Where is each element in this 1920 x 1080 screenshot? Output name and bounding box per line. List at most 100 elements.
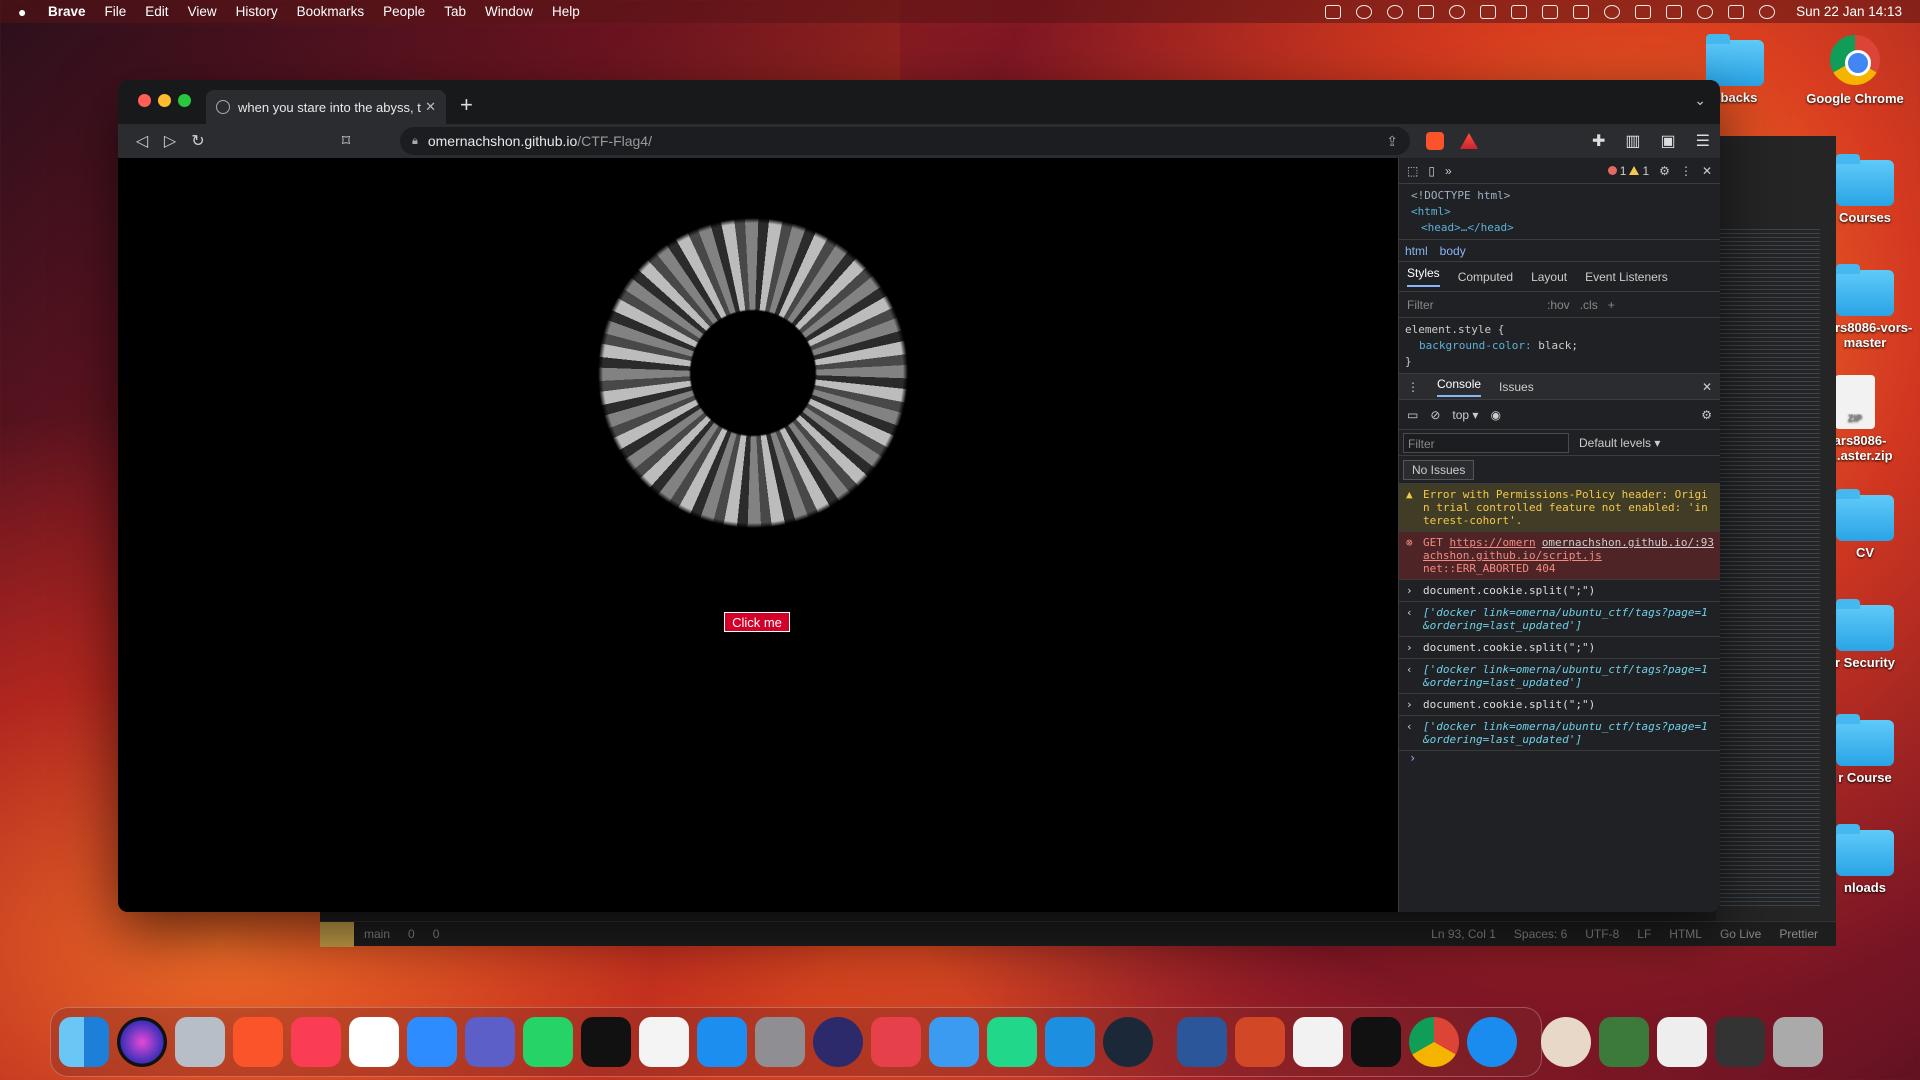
zoom-window-button[interactable] (178, 94, 191, 107)
desktop-app-google-chrome[interactable]: Google Chrome (1790, 35, 1920, 106)
menu-edit[interactable]: Edit (145, 4, 168, 19)
extensions-icon[interactable]: ✚ (1592, 131, 1605, 151)
default-levels-dropdown[interactable]: Default levels ▾ (1579, 436, 1660, 450)
lock-icon[interactable]: 🔒︎ (412, 135, 418, 148)
battery-icon[interactable] (1635, 4, 1652, 19)
control-center-icon[interactable] (1728, 4, 1745, 19)
volume-icon[interactable] (1573, 4, 1590, 19)
wifi-off-icon[interactable] (1666, 4, 1683, 19)
airplay-icon[interactable] (1449, 4, 1466, 19)
pycharm-icon[interactable] (987, 1017, 1037, 1067)
crumb-body[interactable]: body (1440, 244, 1466, 258)
word-icon[interactable] (1177, 1017, 1227, 1067)
trash-icon[interactable] (1773, 1017, 1823, 1067)
pdf-icon[interactable] (1657, 1017, 1707, 1067)
vscode-icon[interactable] (1045, 1017, 1095, 1067)
menu-clock[interactable]: Sun 22 Jan 14:13 (1796, 4, 1902, 19)
console-prompt-input[interactable]: › (1399, 751, 1720, 765)
live-expression-eye-icon[interactable]: ◉ (1490, 408, 1500, 422)
finder-icon[interactable] (59, 1017, 109, 1067)
no-issues-button[interactable]: No Issues (1403, 459, 1475, 480)
shield-icon[interactable] (1418, 4, 1435, 19)
menu-people[interactable]: People (383, 4, 425, 19)
weather-icon[interactable] (1356, 4, 1373, 19)
screenshot-folder-icon[interactable] (1715, 1017, 1765, 1067)
menu-app-name[interactable]: Brave (48, 4, 86, 19)
siri-icon[interactable] (1759, 4, 1776, 19)
bookmark-icon[interactable]: ⌑ (332, 131, 360, 151)
sidebar-toggle-icon[interactable]: ▭ (1407, 408, 1418, 422)
encoding[interactable]: UTF-8 (1585, 927, 1619, 941)
apple-icon[interactable]: ● (18, 4, 34, 20)
warnings-count[interactable]: 0 (433, 927, 440, 941)
terminal-icon[interactable] (1351, 1017, 1401, 1067)
teams-icon[interactable] (465, 1017, 515, 1067)
zoom-icon[interactable] (407, 1017, 457, 1067)
forward-button[interactable]: ▷ (156, 131, 184, 151)
console-command[interactable]: › document.cookie.split(";") (1399, 637, 1720, 659)
brave-icon[interactable] (233, 1017, 283, 1067)
eclipse-icon[interactable] (813, 1017, 863, 1067)
go-live[interactable]: Go Live (1720, 927, 1761, 941)
sync-icon[interactable] (1387, 4, 1404, 19)
app-store-icon[interactable] (697, 1017, 747, 1067)
display-icon[interactable] (1480, 4, 1497, 19)
more-panels-icon[interactable]: » (1445, 164, 1452, 178)
launchpad-icon[interactable] (175, 1017, 225, 1067)
browser-tab[interactable]: when you stare into the abyss, t ✕ (206, 90, 446, 124)
console-command[interactable]: › document.cookie.split(";") (1399, 580, 1720, 602)
html-node[interactable]: <html> (1411, 204, 1708, 220)
styles-filter-input[interactable]: Filter (1407, 298, 1537, 312)
tab-issues[interactable]: Issues (1499, 380, 1534, 394)
console-result[interactable]: ‹ ['docker link=omerna/ubuntu_ctf/tags?pa… (1399, 716, 1720, 751)
close-drawer-icon[interactable]: ✕ (1702, 380, 1712, 394)
cls-toggle[interactable]: .cls (1580, 298, 1598, 312)
console-error[interactable]: ⊗ omernachshon.github.io/:93 GET https:/… (1399, 532, 1720, 580)
back-button[interactable]: ◁ (128, 131, 156, 151)
inspect-element-icon[interactable]: ⬚ (1407, 164, 1418, 178)
vscode-minimap[interactable] (1720, 226, 1820, 906)
menu-icon[interactable]: ☰ (1696, 131, 1710, 151)
head-node[interactable]: <head>…</head> (1411, 220, 1708, 236)
safari-icon[interactable] (1467, 1017, 1517, 1067)
siri-icon[interactable] (117, 1017, 167, 1067)
play-icon[interactable] (639, 1017, 689, 1067)
prettier[interactable]: Prettier (1779, 927, 1818, 941)
music-icon[interactable] (291, 1017, 341, 1067)
parallels-icon[interactable] (871, 1017, 921, 1067)
coffee-cup-icon[interactable] (1541, 1017, 1591, 1067)
cursor-position[interactable]: Ln 93, Col 1 (1431, 927, 1496, 941)
screen-record-icon[interactable] (1325, 4, 1342, 19)
settings-gear-icon[interactable]: ⚙ (1659, 164, 1670, 178)
chrome-icon[interactable] (1409, 1017, 1459, 1067)
console-warning[interactable]: ▲ Error with Permissions-Policy header: … (1399, 484, 1720, 532)
click-me-button[interactable]: Click me (724, 612, 790, 632)
console-command[interactable]: › document.cookie.split(";") (1399, 694, 1720, 716)
mail-icon[interactable] (929, 1017, 979, 1067)
system-settings-icon[interactable] (755, 1017, 805, 1067)
tab-console[interactable]: Console (1437, 377, 1482, 397)
calendar-icon[interactable] (349, 1017, 399, 1067)
steam-icon[interactable] (1103, 1017, 1153, 1067)
new-tab-button[interactable]: + (460, 92, 473, 118)
language-mode[interactable]: HTML (1669, 927, 1702, 941)
textedit-icon[interactable] (1293, 1017, 1343, 1067)
style-value[interactable]: black; (1538, 339, 1578, 352)
powerpoint-icon[interactable] (1235, 1017, 1285, 1067)
tab-styles[interactable]: Styles (1407, 266, 1440, 287)
console-settings-gear-icon[interactable]: ⚙ (1701, 408, 1712, 422)
wallet-icon[interactable]: ▣ (1661, 131, 1676, 151)
issue-counter[interactable]: 1 1 (1607, 164, 1649, 178)
tab-layout[interactable]: Layout (1531, 270, 1567, 284)
indentation[interactable]: Spaces: 6 (1514, 927, 1567, 941)
close-devtools-icon[interactable]: ✕ (1702, 164, 1712, 178)
device-toolbar-icon[interactable]: ▯ (1428, 164, 1435, 178)
reload-button[interactable]: ↻ (184, 131, 212, 151)
error-source-link[interactable]: omernachshon.github.io/:93 (1542, 536, 1714, 549)
document-stack-icon[interactable] (1599, 1017, 1649, 1067)
menu-file[interactable]: File (105, 4, 127, 19)
close-tab-icon[interactable]: ✕ (425, 99, 436, 115)
new-rule-icon[interactable]: + (1608, 298, 1615, 312)
minimize-window-button[interactable] (158, 94, 171, 107)
context-selector[interactable]: top ▾ (1452, 408, 1478, 422)
